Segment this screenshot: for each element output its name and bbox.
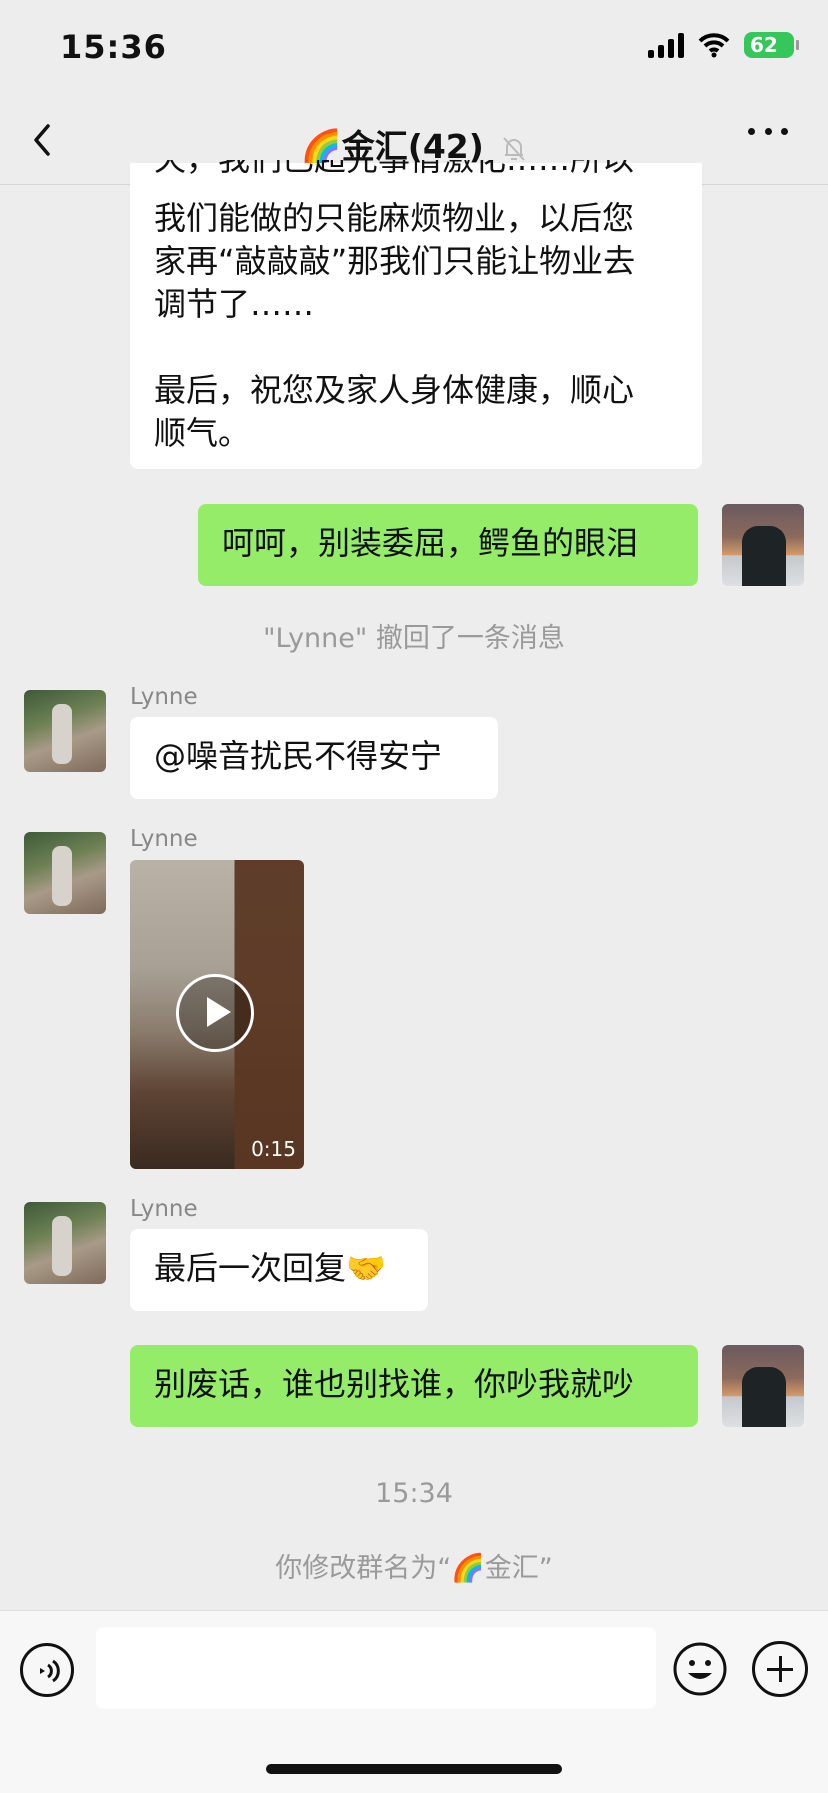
voice-icon[interactable] — [20, 1643, 74, 1697]
message-text: 呵呵，别装委屈，鳄鱼的眼泪 — [222, 524, 639, 562]
avatar[interactable] — [24, 1202, 106, 1284]
avatar[interactable] — [722, 1345, 804, 1427]
message-line: 家再“敲敲敲”那我们只能让物业去 — [154, 242, 636, 280]
video-duration: 0:15 — [251, 1137, 296, 1161]
battery-level: 62 — [750, 33, 778, 57]
battery-icon: 62 — [744, 32, 799, 58]
system-message: "Lynne" 撤回了一条消息 — [263, 623, 565, 654]
bell-off-icon — [503, 136, 526, 161]
message-text: @噪音扰民不得安宁 — [154, 737, 443, 775]
sender-name: Lynne — [130, 826, 198, 852]
play-icon[interactable] — [176, 974, 254, 1052]
avatar[interactable] — [722, 504, 804, 586]
avatar[interactable] — [24, 690, 106, 772]
message-bubble[interactable]: 我们能做的只能麻烦物业，以后您 家再“敲敲敲”那我们只能让物业去 调节了…… 最… — [130, 163, 702, 469]
message-line — [154, 326, 678, 369]
message-line: 调节了…… — [154, 285, 315, 323]
avatar[interactable] — [24, 832, 106, 914]
status-icons: 62 — [648, 32, 799, 58]
message-input[interactable] — [96, 1627, 656, 1709]
message-bubble[interactable]: 别废话，谁也别找谁，你吵我就吵 — [130, 1345, 698, 1427]
message-bubble[interactable]: @噪音扰民不得安宁 — [130, 717, 498, 799]
timestamp: 15:34 — [375, 1478, 453, 1509]
message-bubble[interactable]: 呵呵，别装委屈，鳄鱼的眼泪 — [198, 504, 698, 586]
system-message: 你修改群名为“🌈金汇” — [275, 1553, 553, 1584]
status-time: 15:36 — [60, 28, 167, 66]
message-line-clipped: 天，我们已超先事情激化……所以 — [154, 160, 694, 184]
message-bubble[interactable]: 最后一次回复🤝 — [130, 1229, 428, 1311]
signal-icon — [648, 32, 684, 58]
message-text: 别废话，谁也别找谁，你吵我就吵 — [154, 1365, 635, 1403]
home-indicator — [266, 1764, 562, 1774]
message-line: 最后，祝您及家人身体健康，顺心 — [154, 371, 635, 409]
message-text: 最后一次回复🤝 — [154, 1249, 386, 1287]
sender-name: Lynne — [130, 1196, 198, 1222]
plus-icon[interactable] — [752, 1641, 808, 1697]
more-dots-icon[interactable] — [748, 128, 788, 140]
emoji-icon[interactable] — [672, 1641, 728, 1697]
sender-name: Lynne — [130, 684, 198, 710]
wifi-icon — [698, 33, 730, 58]
message-line: 顺气。 — [154, 414, 251, 452]
video-thumbnail[interactable]: 0:15 — [130, 860, 304, 1169]
message-line: 我们能做的只能麻烦物业，以后您 — [154, 199, 635, 237]
